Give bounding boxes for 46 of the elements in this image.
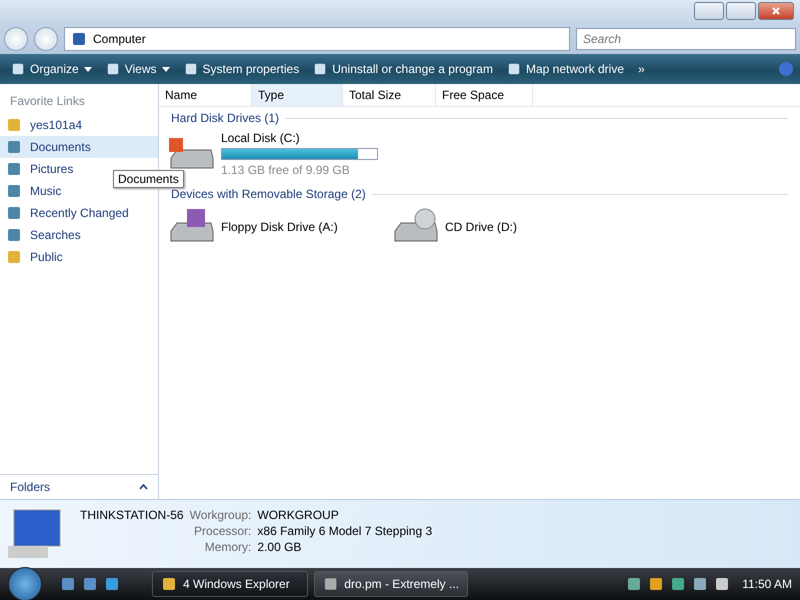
toolbar-button[interactable]: Map network drive bbox=[502, 60, 630, 78]
forward-button[interactable] bbox=[34, 27, 58, 51]
back-button[interactable] bbox=[4, 27, 28, 51]
detail-value: WORKGROUP bbox=[257, 508, 340, 522]
chevron-up-icon bbox=[139, 484, 148, 490]
address-bar[interactable]: Computer bbox=[64, 27, 570, 51]
sidebar-item[interactable]: yes101a4 bbox=[0, 114, 158, 136]
toolbar-button[interactable]: Views bbox=[100, 60, 174, 78]
detail-label: Memory: bbox=[204, 540, 252, 554]
sidebar-title: Favorite Links bbox=[9, 93, 86, 110]
detail-value: 2.00 GB bbox=[257, 540, 302, 554]
drive-item[interactable]: CD Drive (D:) bbox=[391, 207, 601, 247]
column-header[interactable]: Type bbox=[252, 84, 343, 106]
taskbar-button[interactable]: dro.pm - Extremely ... bbox=[314, 571, 468, 597]
group-title: Devices with Removable Storage (2) bbox=[171, 187, 366, 201]
search-field[interactable]: Search bbox=[576, 28, 796, 50]
toolbar-icon bbox=[106, 62, 120, 76]
computer-name: THINKSTATION-56 bbox=[80, 508, 184, 522]
drive-item[interactable]: Floppy Disk Drive (A:) bbox=[167, 207, 377, 247]
sidebar-item[interactable]: Documents bbox=[0, 136, 158, 158]
caret-icon bbox=[84, 66, 92, 72]
toolbar-icon bbox=[506, 62, 521, 76]
tooltip: Documents bbox=[113, 170, 184, 188]
sidebar-item[interactable]: Public bbox=[0, 246, 158, 268]
more-button[interactable]: » bbox=[633, 60, 650, 78]
detail-label: Processor: bbox=[193, 524, 252, 538]
toolbar-button[interactable]: Organize bbox=[6, 60, 97, 78]
close-button[interactable] bbox=[758, 2, 794, 20]
detail-label: Workgroup: bbox=[190, 508, 252, 522]
toolbar-button[interactable]: Uninstall or change a program bbox=[308, 60, 498, 78]
sidebar-item[interactable]: Searches bbox=[0, 224, 158, 246]
sidebar-item[interactable]: Recently Changed bbox=[0, 202, 158, 224]
restore-button[interactable] bbox=[726, 2, 756, 20]
taskbar-button[interactable]: 4 Windows Explorer bbox=[152, 571, 308, 597]
start-button[interactable] bbox=[8, 567, 42, 600]
toolbar-button[interactable]: System properties bbox=[178, 60, 304, 78]
close-icon bbox=[772, 7, 780, 15]
detail-value: x86 Family 6 Model 7 Stepping 3 bbox=[257, 524, 432, 538]
breadcrumb[interactable]: Computer bbox=[93, 32, 146, 46]
toolbar-icon bbox=[313, 62, 328, 76]
clock[interactable]: 11:50 AM bbox=[742, 577, 792, 591]
toolbar-icon bbox=[184, 62, 198, 76]
group-title: Hard Disk Drives (1) bbox=[171, 111, 280, 125]
minimize-button[interactable] bbox=[694, 2, 724, 20]
caret-icon bbox=[162, 66, 170, 72]
toolbar-icon bbox=[11, 62, 25, 76]
